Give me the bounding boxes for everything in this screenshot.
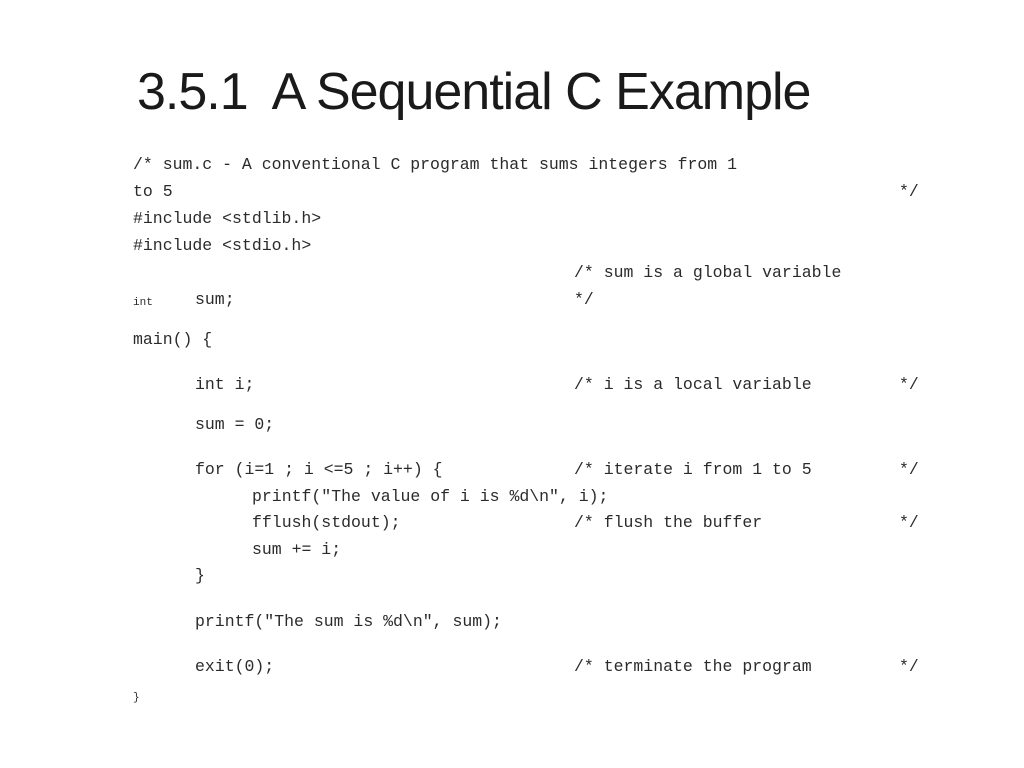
global-comment-line-1: /* sum is a global variable bbox=[574, 263, 842, 282]
include-stdio: #include <stdio.h> bbox=[133, 236, 312, 255]
header-comment-line-2: to 5 bbox=[133, 182, 173, 201]
for-loop-header: for (i=1 ; i <=5 ; i++) { bbox=[195, 460, 443, 479]
for-close-brace: } bbox=[195, 566, 205, 585]
main-open: main() { bbox=[133, 330, 213, 349]
fflush-line: fflush(stdout); bbox=[252, 513, 401, 532]
sum-init: sum = 0; bbox=[195, 415, 275, 434]
include-stdlib: #include <stdlib.h> bbox=[133, 209, 322, 228]
exit-comment-end: */ bbox=[899, 657, 919, 676]
main-close-brace: } bbox=[133, 692, 140, 704]
exit-comment: /* terminate the program bbox=[574, 657, 812, 676]
sum-add-line: sum += i; bbox=[252, 540, 342, 559]
global-comment-end: */ bbox=[574, 290, 594, 309]
int-i-comment: /* i is a local variable bbox=[574, 375, 812, 394]
printf-sum-line: printf("The sum is %d\n", sum); bbox=[195, 612, 502, 631]
int-i-declaration: int i; bbox=[195, 375, 255, 394]
global-int-keyword: int bbox=[133, 297, 153, 309]
header-comment-line-1: /* sum.c - A conventional C program that… bbox=[133, 155, 737, 174]
header-comment-end: */ bbox=[899, 182, 919, 201]
global-sum-declaration: sum; bbox=[195, 290, 235, 309]
fflush-comment: /* flush the buffer bbox=[574, 513, 763, 532]
int-i-comment-end: */ bbox=[899, 375, 919, 394]
printf-value-line: printf("The value of i is %d\n", i); bbox=[252, 487, 609, 506]
for-comment: /* iterate i from 1 to 5 bbox=[574, 460, 812, 479]
exit-line: exit(0); bbox=[195, 657, 275, 676]
slide-title: 3.5.1 A Sequential C Example bbox=[137, 63, 811, 121]
fflush-comment-end: */ bbox=[899, 513, 919, 532]
for-comment-end: */ bbox=[899, 460, 919, 479]
